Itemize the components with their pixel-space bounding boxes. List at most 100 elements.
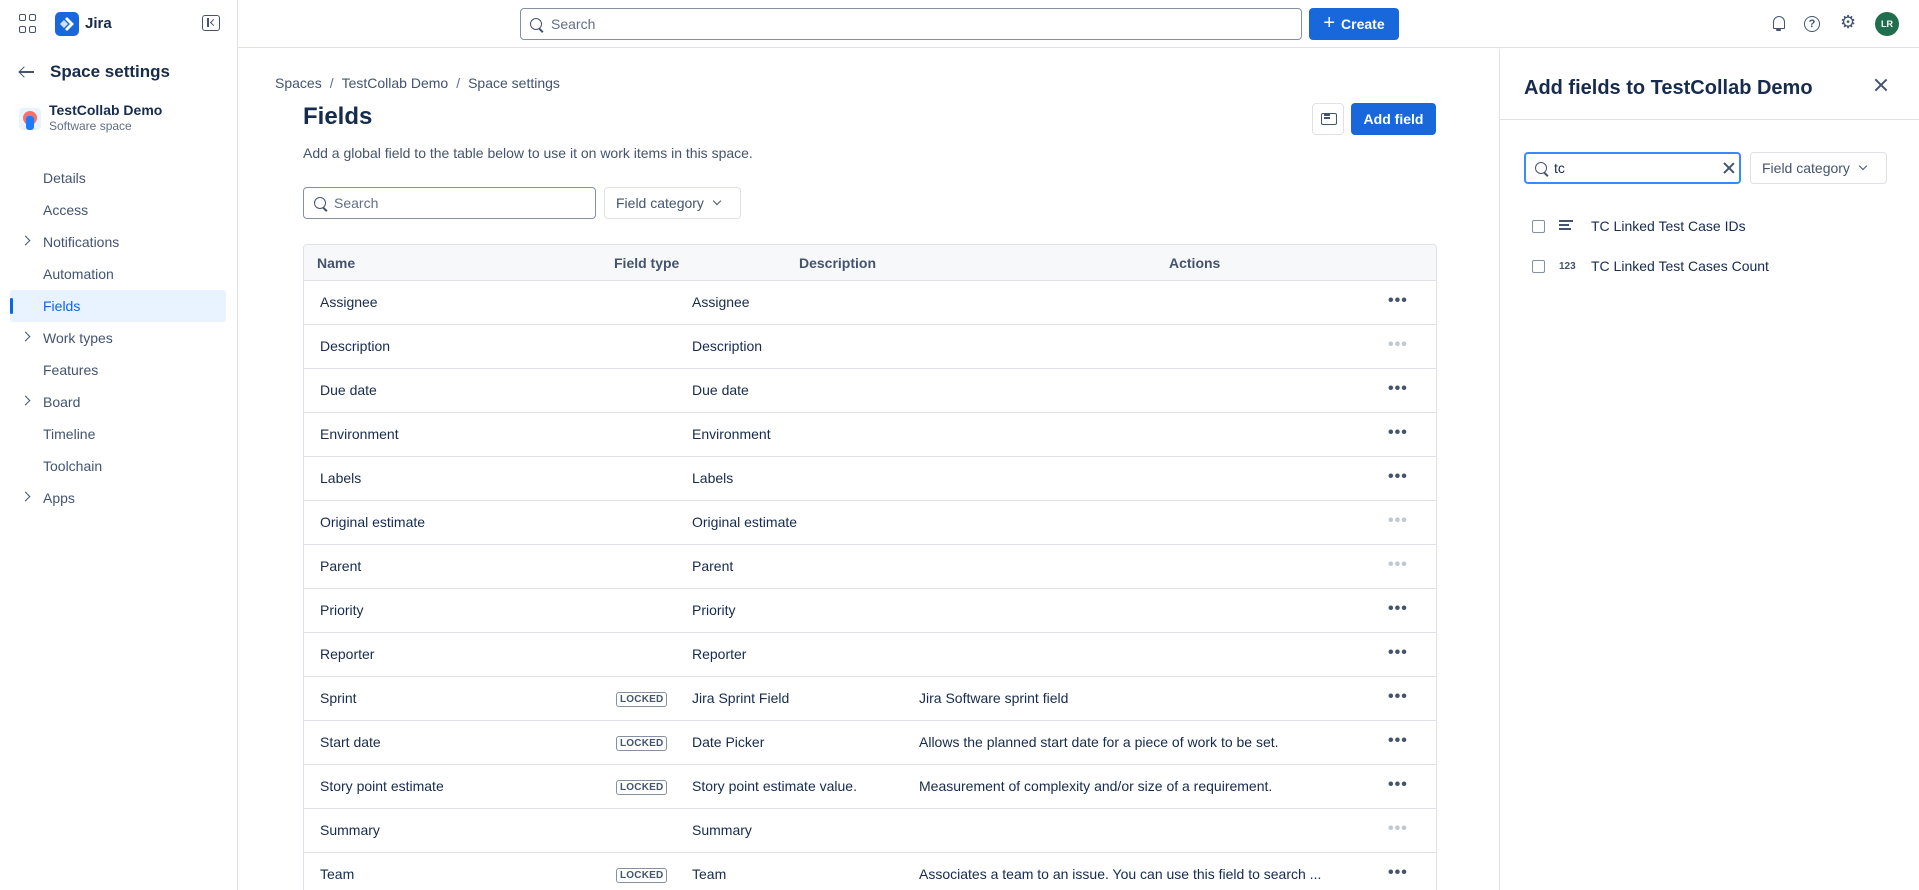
sidebar-item-fields[interactable]: Fields [10,290,226,322]
more-actions-icon[interactable]: ••• [1388,381,1408,397]
search-icon [314,197,326,209]
table-header: Name Field type Description Actions [304,245,1436,281]
field-description: Associates a team to an issue. You can u… [919,866,1322,882]
more-actions-icon[interactable]: ••• [1388,645,1408,661]
panel-field-item[interactable]: TC Linked Test Case IDs [1532,215,1746,237]
panel-field-label: TC Linked Test Case IDs [1591,218,1746,234]
table-row: Original estimate Original estimate ••• [304,501,1436,545]
help-icon[interactable]: ? [1804,16,1820,32]
field-name: Due date [320,382,377,398]
field-name: Assignee [320,294,378,310]
chevron-right-icon[interactable] [20,331,31,342]
chevron-right-icon[interactable] [20,395,31,406]
locked-badge: LOCKED [616,780,668,795]
more-actions-icon[interactable]: ••• [1388,777,1408,793]
sidebar-item-work-types[interactable]: Work types [10,322,226,354]
global-search-input[interactable]: Search [520,8,1302,40]
panel-field-category-dropdown[interactable]: Field category [1750,152,1887,184]
sidebar-item-board[interactable]: Board [10,386,226,418]
clear-search-icon[interactable] [1723,162,1735,174]
column-header-type[interactable]: Field type [614,255,679,271]
feedback-button[interactable] [1312,103,1344,135]
field-name: Priority [320,602,364,618]
column-header-actions: Actions [1169,255,1221,271]
panel-field-category-label: Field category [1762,160,1850,176]
top-navigation: Search + Create ? ⚙ LR [238,0,1919,48]
more-actions-icon[interactable]: ••• [1388,601,1408,617]
sidebar-item-label: Board [43,394,81,410]
chevron-right-icon[interactable] [20,235,31,246]
table-row: Due date Due date ••• [304,369,1436,413]
more-actions-icon[interactable]: ••• [1388,293,1408,309]
sidebar-item-timeline[interactable]: Timeline [10,418,226,450]
field-checkbox[interactable] [1532,259,1545,273]
field-description: Allows the planned start date for a piec… [919,734,1279,750]
app-name[interactable]: Jira [85,15,112,32]
breadcrumb-separator: / [456,75,461,91]
field-type: Date Picker [692,734,765,750]
project-info: TestCollab Demo Software space [19,101,162,134]
more-actions-icon[interactable]: ••• [1388,865,1408,881]
field-checkbox[interactable] [1532,219,1545,233]
sidebar-item-features[interactable]: Features [10,354,226,386]
paragraph-icon [1559,220,1573,232]
breadcrumb-project[interactable]: TestCollab Demo [342,75,449,91]
fields-table: Name Field type Description Actions Assi… [303,244,1437,890]
table-row: Environment Environment ••• [304,413,1436,457]
field-name: Environment [320,426,399,442]
sidebar-item-label: Features [43,362,99,378]
app-switcher-icon[interactable] [19,14,39,34]
number-icon: 123 [1559,260,1576,272]
field-category-dropdown[interactable]: Field category [604,187,741,219]
table-row: Start date LOCKED Date Picker Allows the pl… [304,721,1436,765]
breadcrumb-separator: / [329,75,334,91]
sidebar-item-apps[interactable]: Apps [10,482,226,514]
field-type: Assignee [692,294,750,310]
sidebar-item-notifications[interactable]: Notifications [10,226,226,258]
sidebar-item-automation[interactable]: Automation [10,258,226,290]
chevron-right-icon[interactable] [20,491,31,502]
table-row: Assignee Assignee ••• [304,281,1436,325]
table-row: Summary Summary ••• [304,809,1436,853]
back-arrow-icon[interactable] [18,65,36,79]
more-actions-icon[interactable]: ••• [1388,733,1408,749]
field-description: Jira Software sprint field [919,690,1069,706]
sidebar-item-label: Apps [43,490,75,506]
panel-search-input[interactable]: tc [1524,152,1741,184]
sidebar-item-toolchain[interactable]: Toolchain [10,450,226,482]
jira-logo-icon[interactable] [55,12,79,36]
fields-search-input[interactable]: Search [303,187,596,219]
panel-field-item[interactable]: 123 TC Linked Test Cases Count [1532,255,1769,277]
field-name: Parent [320,558,362,574]
sidebar-item-details[interactable]: Details [10,162,226,194]
more-actions-icon[interactable]: ••• [1388,425,1408,441]
field-type: Reporter [692,646,747,662]
table-row: Parent Parent ••• [304,545,1436,589]
plus-icon: + [1323,12,1336,34]
create-button[interactable]: + Create [1309,8,1399,40]
sidebar-item-access[interactable]: Access [10,194,226,226]
panel-title: Add fields to TestCollab Demo [1524,77,1813,99]
more-actions-icon: ••• [1388,820,1408,837]
project-type: Software space [49,119,132,133]
add-field-button[interactable]: Add field [1351,103,1436,135]
sidebar-item-label: Access [43,202,89,218]
field-type: Parent [692,558,734,574]
more-actions-icon: ••• [1388,512,1408,529]
add-fields-panel: Add fields to TestCollab Demo tc Field c… [1499,49,1919,890]
more-actions-icon[interactable]: ••• [1388,689,1408,705]
sidebar-item-label: Details [43,170,86,186]
breadcrumb-space-settings[interactable]: Space settings [468,75,560,91]
collapse-sidebar-icon[interactable] [202,15,220,31]
table-row: Sprint LOCKED Jira Sprint Field Jira Softwa… [304,677,1436,721]
breadcrumb-spaces[interactable]: Spaces [275,75,322,91]
notifications-bell-icon[interactable] [1769,14,1789,34]
sidebar-item-label: Automation [43,266,114,282]
more-actions-icon[interactable]: ••• [1388,469,1408,485]
settings-gear-icon[interactable]: ⚙ [1840,12,1860,32]
close-icon[interactable] [1873,77,1889,93]
back-to-project[interactable]: Space settings [18,62,170,82]
user-avatar[interactable]: LR [1875,12,1899,36]
column-header-name[interactable]: Name [317,255,355,271]
more-actions-icon: ••• [1388,336,1408,353]
